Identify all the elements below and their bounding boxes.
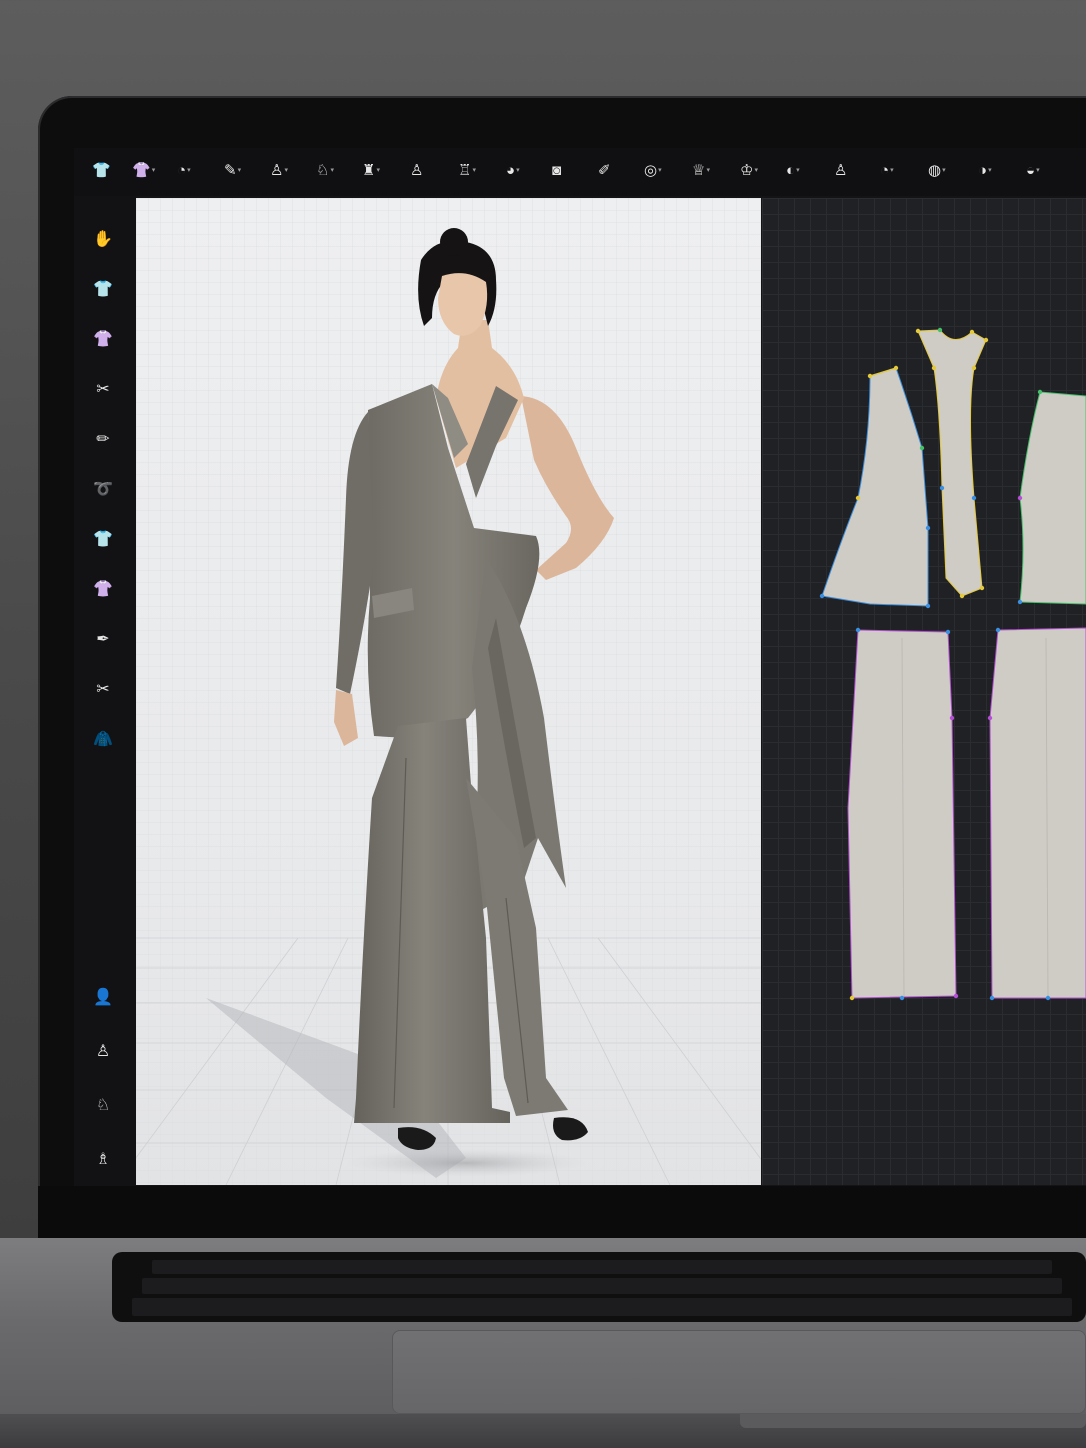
sim-tool-icon[interactable]: ◐ ▾ xyxy=(786,159,800,181)
tshirt-tool-icon-glyph: 👚 xyxy=(132,161,151,179)
export-tool-icon[interactable]: ◒ ▾ xyxy=(1026,159,1040,181)
search-tool-icon-glyph: ◕ xyxy=(506,161,516,179)
tshirt-pleat-icon[interactable]: 👚 xyxy=(90,576,116,602)
sew-tool-icon[interactable]: ◎ ▾ xyxy=(644,159,662,181)
avatar-icon[interactable]: 👤 xyxy=(90,984,116,1010)
chevron-down-icon: ▾ xyxy=(1036,166,1040,174)
edit-tool-icon-glyph: ✐ xyxy=(598,161,611,179)
jacket-icon[interactable]: 🧥 xyxy=(90,726,116,752)
camera-tool-icon[interactable]: ◍ ▾ xyxy=(928,159,946,181)
measure-tool-icon[interactable]: ◙ xyxy=(552,159,561,181)
touchpad xyxy=(392,1330,1086,1414)
pen-tool-icon-glyph: ✎ xyxy=(224,161,237,179)
avatar-pose-icon[interactable]: ♙ xyxy=(90,1038,116,1064)
camera-tool-icon-glyph: ◍ xyxy=(928,161,942,179)
chevron-down-icon: ▾ xyxy=(516,166,520,174)
measure-tool-icon-glyph: ◙ xyxy=(552,161,562,179)
jacket-tool-icon[interactable]: ♖ ▾ xyxy=(458,159,476,181)
person-tool-icon-glyph: ♙ xyxy=(270,161,284,179)
jacket-tool-icon-glyph: ♖ xyxy=(458,161,472,179)
shirt-logo-icon-glyph: 👕 xyxy=(92,161,111,179)
sew-tool-icon-glyph: ◎ xyxy=(644,161,658,179)
select-mesh-icon[interactable]: ✋ xyxy=(90,226,116,252)
screen-bezel-bottom xyxy=(38,1186,1086,1246)
avatar-dress-icon[interactable]: ♗ xyxy=(90,1146,116,1172)
export-tool-icon-glyph: ◒ xyxy=(1026,161,1036,179)
edit-tool-icon[interactable]: ✐ xyxy=(598,159,611,181)
shirt-front-icon[interactable]: 👕 xyxy=(90,276,116,302)
pen-tool-icon[interactable]: ✎ ▾ xyxy=(224,159,241,181)
avatar-tool-icon[interactable]: ♙ xyxy=(410,159,423,181)
laptop-notch xyxy=(740,1414,1086,1428)
avatar-measure-icon[interactable]: ♘ xyxy=(90,1092,116,1118)
tshirt-tool-icon[interactable]: 👚 ▾ xyxy=(132,159,155,181)
chevron-down-icon: ▾ xyxy=(237,166,242,174)
shirt-logo-icon[interactable]: 👕 xyxy=(92,159,111,181)
garment-tool-icon-glyph: ♜ xyxy=(362,161,376,179)
chevron-down-icon: ▾ xyxy=(284,166,288,174)
chevron-down-icon: ▾ xyxy=(151,166,156,174)
figure-tool-icon-glyph: ♘ xyxy=(316,161,330,179)
render-tool-icon-glyph: ◑ xyxy=(978,161,988,179)
render-tool-icon[interactable]: ◑ ▾ xyxy=(978,159,992,181)
zoom-tool-icon[interactable]: ◔ ▾ xyxy=(880,159,894,181)
top-toolbar: 👕 👚 ▾ ◔ ▾ ✎ ▾ ♙ ▾ ♘ ▾ ♜ ▾ ♙ ♖ ▾ ◕ ▾ ◙ ✐ ◎ ▾ ♕ ▾ ♔ ▾ ◐ ▾ ♙ ◔ ▾ ◍ ▾ ◑ ▾ ◒ ▾ xyxy=(74,148,1086,196)
chevron-down-icon: ▾ xyxy=(658,166,662,174)
fabric-tool-icon[interactable]: ♙ xyxy=(834,159,847,181)
chevron-down-icon: ▾ xyxy=(706,166,710,174)
pin-tool-icon-glyph: ♔ xyxy=(740,161,754,179)
chevron-down-icon: ▾ xyxy=(988,166,992,174)
pattern-piece-left-bodice[interactable] xyxy=(819,365,931,609)
round-tool-icon-glyph: ◔ xyxy=(177,161,187,179)
tape-icon[interactable]: ➰ xyxy=(90,476,116,502)
3d-scene xyxy=(136,198,761,1185)
pin-tool-icon[interactable]: ♔ ▾ xyxy=(740,159,758,181)
pattern-piece-right-bodice[interactable] xyxy=(1017,389,1086,605)
keyboard-keys xyxy=(132,1260,1072,1316)
search-tool-icon[interactable]: ◕ ▾ xyxy=(506,159,520,181)
3d-viewport[interactable] xyxy=(136,198,761,1185)
chevron-down-icon: ▾ xyxy=(330,166,334,174)
chevron-down-icon: ▾ xyxy=(890,166,894,174)
app-screen: 👕 👚 ▾ ◔ ▾ ✎ ▾ ♙ ▾ ♘ ▾ ♜ ▾ ♙ ♖ ▾ ◕ ▾ ◙ ✐ ◎ ▾ ♕ ▾ ♔ ▾ ◐ ▾ ♙ ◔ ▾ ◍ ▾ ◑ ▾ ◒ ▾ ✋ 👕… xyxy=(74,148,1086,1186)
chevron-down-icon: ▾ xyxy=(187,166,191,174)
pencil-icon[interactable]: ✏ xyxy=(90,426,116,452)
fold-tool-icon[interactable]: ♕ ▾ xyxy=(692,159,710,181)
pattern-pieces xyxy=(819,327,1086,1001)
chevron-down-icon: ▾ xyxy=(376,166,380,174)
needle-icon[interactable]: ✂ xyxy=(90,376,116,402)
fabric-tool-icon-glyph: ♙ xyxy=(834,161,848,179)
figure-tool-icon[interactable]: ♘ ▾ xyxy=(316,159,334,181)
chevron-down-icon: ▾ xyxy=(472,166,476,174)
pin-needle-icon[interactable]: ✂ xyxy=(90,676,116,702)
sim-tool-icon-glyph: ◐ xyxy=(786,161,796,179)
garment-tool-icon[interactable]: ♜ ▾ xyxy=(362,159,380,181)
pattern-piece-left-trouser[interactable] xyxy=(847,627,959,1001)
chevron-down-icon: ▾ xyxy=(796,166,800,174)
2d-pattern-window[interactable] xyxy=(762,198,1086,1185)
brush-icon[interactable]: ✒ xyxy=(90,626,116,652)
keyboard xyxy=(112,1252,1086,1322)
foot-shadow xyxy=(346,1149,586,1177)
chevron-down-icon: ▾ xyxy=(942,166,946,174)
avatar-tool-icon-glyph: ♙ xyxy=(410,161,424,179)
zoom-tool-icon-glyph: ◔ xyxy=(880,161,890,179)
round-tool-icon[interactable]: ◔ ▾ xyxy=(177,159,191,181)
left-sidebar: ✋ 👕 👚 ✂ ✏ ➰ 👕 👚 ✒ ✂ 🧥 👤 ♙ ♘ ♗ xyxy=(74,196,136,1186)
person-tool-icon[interactable]: ♙ ▾ xyxy=(270,159,288,181)
chevron-down-icon: ▾ xyxy=(754,166,758,174)
shirt-back-icon[interactable]: 👚 xyxy=(90,326,116,352)
pattern-piece-right-trouser[interactable] xyxy=(987,627,1086,1001)
fold-tool-icon-glyph: ♕ xyxy=(692,161,706,179)
tshirt-icon[interactable]: 👕 xyxy=(90,526,116,552)
